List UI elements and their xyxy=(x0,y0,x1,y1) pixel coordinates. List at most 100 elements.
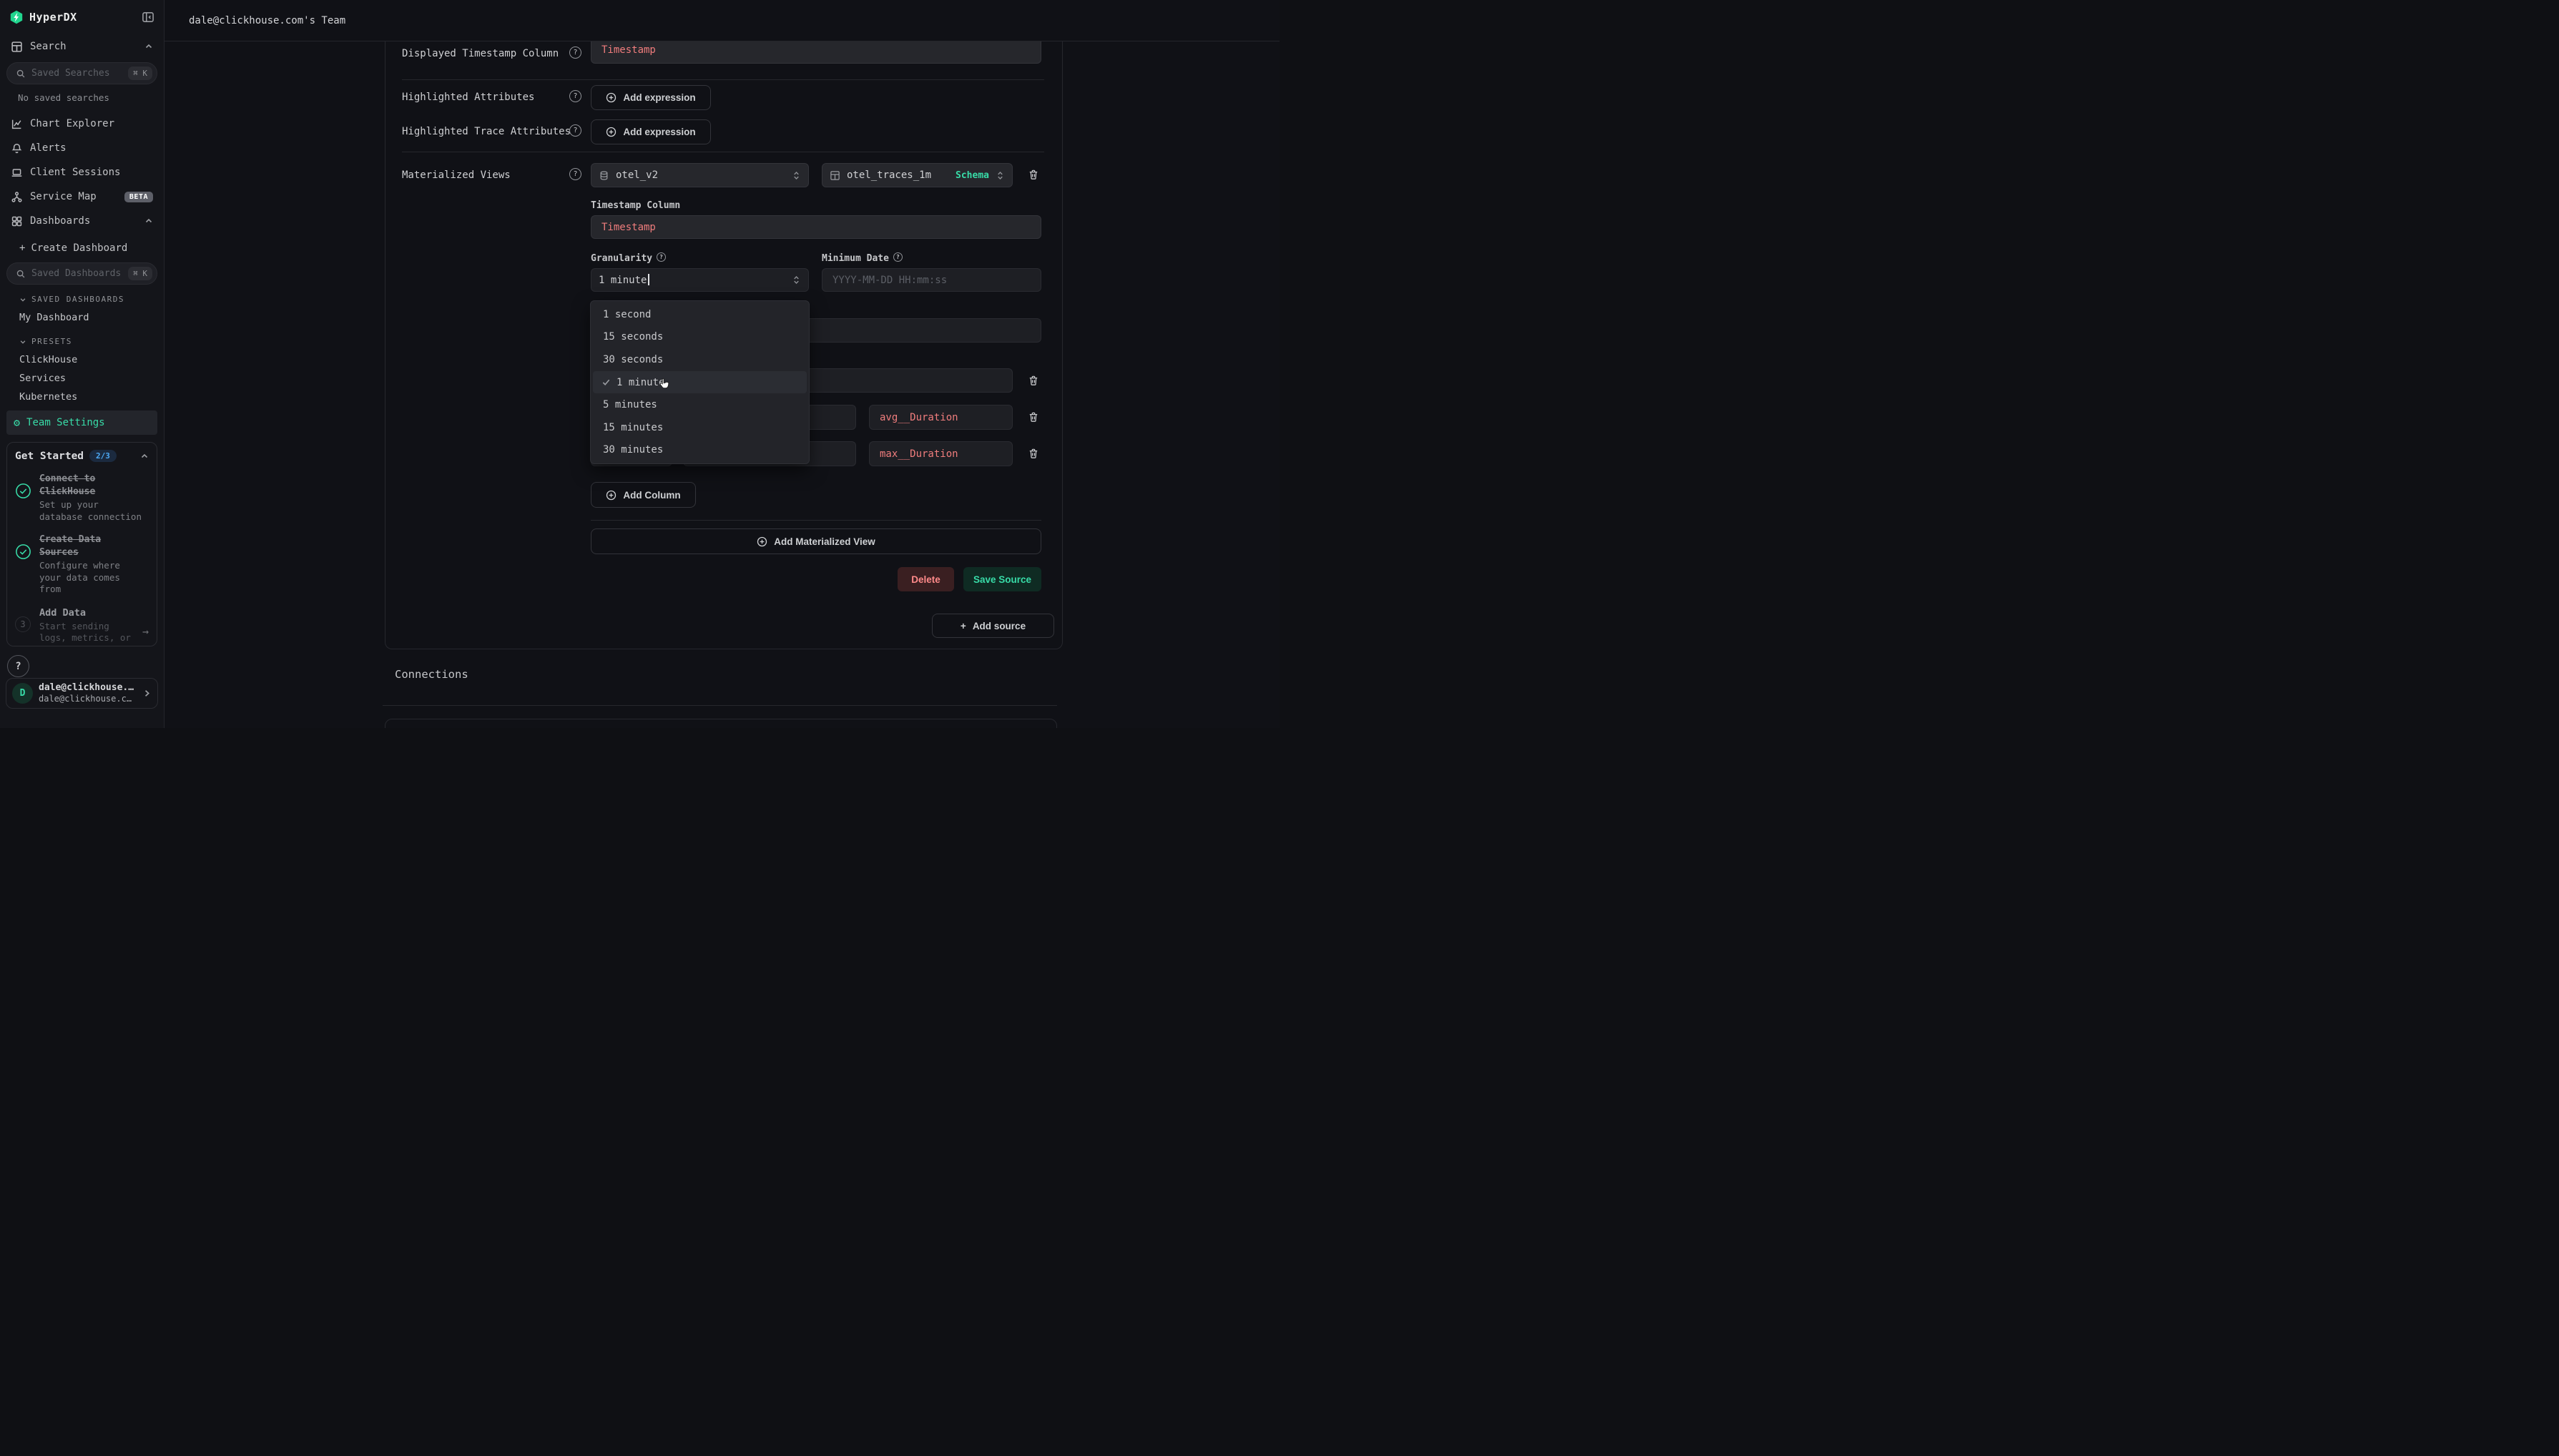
sidebar-item-dashboards[interactable]: Dashboards xyxy=(6,209,157,233)
dropdown-option[interactable]: 15 seconds xyxy=(593,326,807,349)
field-label: Highlighted Trace Attributes xyxy=(402,126,571,137)
field-label: Materialized Views xyxy=(402,169,511,181)
schema-link[interactable]: Schema xyxy=(956,170,989,181)
team-settings-label: Team Settings xyxy=(26,417,105,428)
gear-icon: ⚙ xyxy=(14,418,20,428)
step-title: Create Data Sources xyxy=(39,533,149,559)
sidebar-item-client-sessions[interactable]: Client Sessions xyxy=(6,160,157,185)
main-area: dale@clickhouse.com's Team Displayed Tim… xyxy=(164,0,1280,728)
saved-searches-input[interactable]: Saved Searches ⌘ K xyxy=(6,62,157,84)
dropdown-option-selected[interactable]: 1 minute xyxy=(593,371,807,394)
help-icon[interactable]: ? xyxy=(569,46,581,59)
preset-link-services[interactable]: Services xyxy=(6,369,157,388)
user-email: dale@clickhouse.c… xyxy=(39,694,137,704)
user-menu[interactable]: D dale@clickhouse.… dale@clickhouse.c… xyxy=(6,678,158,709)
add-materialized-view-button[interactable]: Add Materialized View xyxy=(591,528,1041,554)
saved-searches-placeholder: Saved Searches xyxy=(31,68,122,79)
section-saved-dashboards[interactable]: SAVED DASHBOARDS xyxy=(6,290,157,308)
collapse-sidebar-icon[interactable] xyxy=(142,11,154,24)
table-icon xyxy=(830,170,840,181)
sidebar-item-team-settings[interactable]: ⚙ Team Settings xyxy=(6,410,157,435)
dashboard-link-my-dashboard[interactable]: My Dashboard xyxy=(6,308,157,327)
sidebar-item-label: Chart Explorer xyxy=(30,118,153,129)
help-icon[interactable]: ? xyxy=(569,124,581,137)
sidebar-item-search[interactable]: Search xyxy=(6,34,157,59)
field-label: Minimum Date? xyxy=(822,252,903,264)
circle-plus-icon xyxy=(757,536,767,547)
trash-icon[interactable] xyxy=(1028,411,1039,423)
minimum-date-input[interactable]: YYYY-MM-DD HH:mm:ss xyxy=(822,268,1041,292)
help-fab-button[interactable]: ? xyxy=(7,655,29,677)
chart-icon xyxy=(11,118,23,130)
get-started-step[interactable]: 3 Add Data Start sending logs, metrics, … xyxy=(15,606,149,646)
page-title: dale@clickhouse.com's Team xyxy=(189,15,345,26)
chevron-down-icon xyxy=(19,338,26,345)
create-dashboard-label: Create Dashboard xyxy=(31,242,127,254)
sidebar-item-chart-explorer[interactable]: Chart Explorer xyxy=(6,112,157,136)
trash-icon[interactable] xyxy=(1028,375,1039,387)
sidebar-item-label: Search xyxy=(30,41,137,52)
connections-heading: Connections xyxy=(395,668,468,681)
progress-badge: 2/3 xyxy=(89,450,117,462)
sidebar-item-service-map[interactable]: Service Map BETA xyxy=(6,185,157,209)
shortcut-badge: ⌘ K xyxy=(128,67,152,80)
divider xyxy=(591,520,1041,521)
displayed-timestamp-input[interactable]: Timestamp xyxy=(591,41,1041,64)
create-dashboard-button[interactable]: + Create Dashboard xyxy=(6,237,157,259)
dropdown-option[interactable]: 30 seconds xyxy=(593,348,807,371)
user-name: dale@clickhouse.… xyxy=(39,682,137,694)
circle-plus-icon xyxy=(606,92,617,103)
chevron-down-icon xyxy=(19,296,26,303)
add-column-button[interactable]: Add Column xyxy=(591,482,696,508)
step-title: Add Data xyxy=(39,606,135,619)
database-select[interactable]: otel_v2 xyxy=(591,163,809,187)
help-icon[interactable]: ? xyxy=(569,90,581,102)
get-started-step[interactable]: Connect to ClickHouse Set up your databa… xyxy=(15,473,149,523)
column-alias-input[interactable]: avg__Duration xyxy=(869,405,1013,430)
plus-icon: + xyxy=(19,242,25,254)
sidebar-item-label: Client Sessions xyxy=(30,167,153,178)
field-label: Highlighted Attributes xyxy=(402,92,534,103)
circle-plus-icon xyxy=(606,490,617,501)
get-started-step[interactable]: Create Data Sources Configure where your… xyxy=(15,533,149,596)
dropdown-option[interactable]: 15 minutes xyxy=(593,416,807,439)
step-desc: Configure where your data comes from xyxy=(39,560,149,596)
preset-link-clickhouse[interactable]: ClickHouse xyxy=(6,350,157,369)
timestamp-column-input[interactable]: Timestamp xyxy=(591,215,1041,239)
sidebar: HyperDX Search Saved Searches ⌘ K No sav… xyxy=(0,0,164,728)
add-expression-button[interactable]: Add expression xyxy=(591,119,711,144)
help-icon[interactable]: ? xyxy=(657,252,666,262)
bell-icon xyxy=(11,142,23,154)
preset-link-kubernetes[interactable]: Kubernetes xyxy=(6,388,157,406)
granularity-select[interactable]: 1 minute xyxy=(591,268,809,292)
divider xyxy=(383,705,1057,706)
plus-icon: + xyxy=(961,621,966,631)
trash-icon[interactable] xyxy=(1028,169,1039,181)
search-icon xyxy=(16,269,26,279)
sidebar-item-label: Dashboards xyxy=(30,215,137,227)
section-presets[interactable]: PRESETS xyxy=(6,333,157,350)
chevron-up-icon[interactable] xyxy=(140,452,149,461)
save-source-button[interactable]: Save Source xyxy=(963,567,1041,591)
delete-button[interactable]: Delete xyxy=(898,567,954,591)
help-icon[interactable]: ? xyxy=(893,252,903,262)
chevron-right-icon xyxy=(142,689,152,698)
sidebar-item-label: Alerts xyxy=(30,142,153,154)
grid-icon xyxy=(11,215,23,227)
dropdown-option[interactable]: 5 minutes xyxy=(593,393,807,416)
search-table-icon xyxy=(11,41,23,53)
arrow-right-icon: → xyxy=(142,625,149,638)
dropdown-option[interactable]: 1 second xyxy=(593,303,807,326)
saved-dashboards-input[interactable]: Saved Dashboards ⌘ K xyxy=(6,262,157,285)
dropdown-option[interactable]: 30 minutes xyxy=(593,438,807,461)
add-expression-button[interactable]: Add expression xyxy=(591,85,711,110)
column-alias-input[interactable]: max__Duration xyxy=(869,441,1013,466)
circle-plus-icon xyxy=(606,127,617,137)
beta-badge: BETA xyxy=(124,192,153,202)
sidebar-item-label: Service Map xyxy=(30,191,117,202)
trash-icon[interactable] xyxy=(1028,448,1039,460)
help-icon[interactable]: ? xyxy=(569,168,581,180)
table-select[interactable]: otel_traces_1m Schema xyxy=(822,163,1013,187)
sidebar-item-alerts[interactable]: Alerts xyxy=(6,136,157,160)
add-source-button[interactable]: + Add source xyxy=(932,614,1054,638)
